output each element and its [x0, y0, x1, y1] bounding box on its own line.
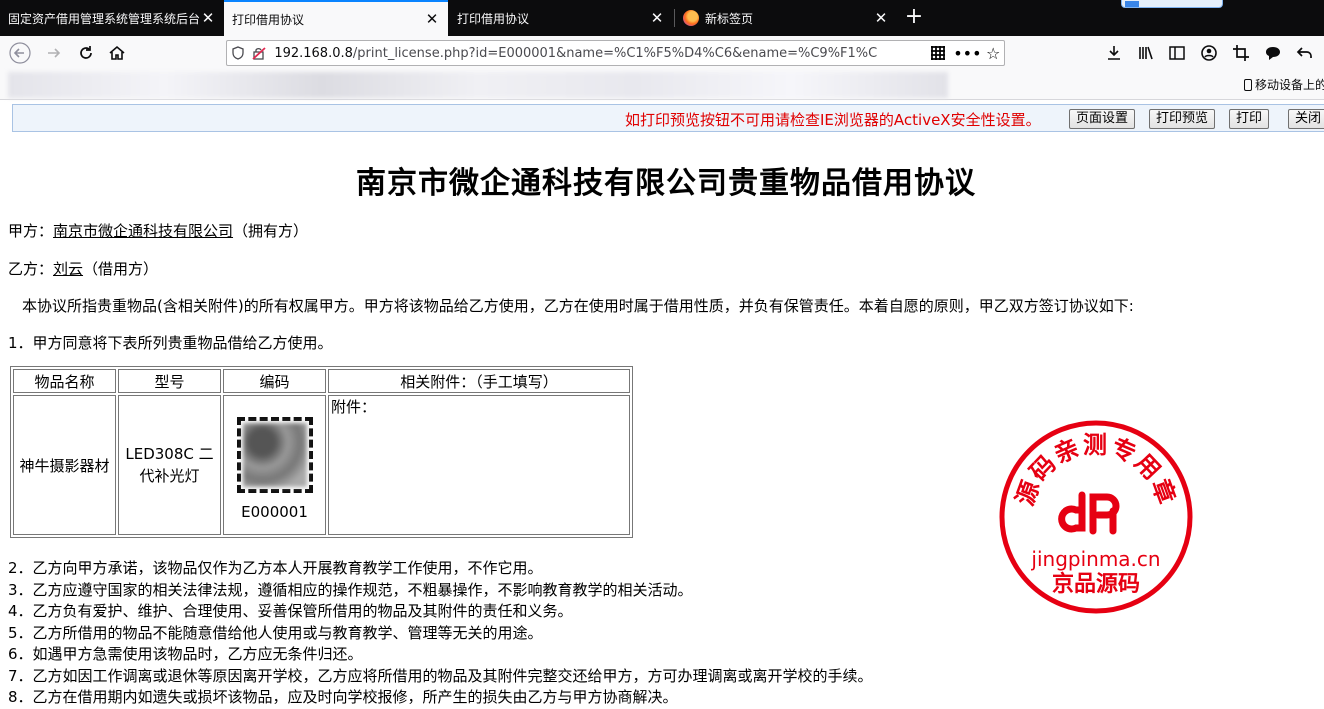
party-b-name: 刘云 — [53, 260, 84, 278]
chat-button[interactable] — [1261, 41, 1285, 65]
party-a-label: 甲方： — [8, 222, 54, 240]
crop-icon — [1233, 45, 1249, 61]
table-header-row: 物品名称 型号 编码 相关附件：（手工填写） — [13, 369, 630, 393]
cell-item-name: 神牛摄影器材 — [13, 395, 116, 535]
qr-code-icon[interactable] — [927, 42, 949, 64]
close-icon[interactable]: ✕ — [424, 10, 440, 28]
seal-site-text: jingpinma.cn — [1030, 547, 1160, 571]
party-a-role: （拥有方） — [233, 222, 309, 240]
download-icon — [1108, 46, 1120, 60]
header-code: 编码 — [223, 369, 326, 393]
intro-paragraph: 本协议所指贵重物品(含相关附件)的所有权属甲方。甲方将该物品给乙方使用，乙方在使… — [22, 297, 1134, 315]
site-info-icon[interactable] — [227, 42, 249, 64]
undo-button[interactable] — [1293, 41, 1317, 65]
reload-button[interactable] — [74, 41, 98, 65]
home-button[interactable] — [105, 41, 129, 65]
clause-item: 5．乙方所借用的物品不能随意借给他人使用或与教育教学、管理等无关的用途。 — [8, 623, 543, 642]
back-button[interactable] — [8, 41, 32, 65]
item-code: E000001 — [241, 503, 308, 521]
header-attachments: 相关附件：（手工填写） — [328, 369, 630, 393]
qr-glyph — [930, 46, 945, 60]
mobile-bookmarks-link[interactable]: 移动设备上的 — [1244, 76, 1324, 93]
clause-item: 2．乙方向甲方承诺，该物品仅作为乙方本人开展教育教学工作使用，不作它用。 — [8, 559, 543, 577]
tab-label: 固定资产借用管理系统管理系统后台 — [8, 11, 200, 26]
tab-print-agreement[interactable]: 打印借用协议 ✕ — [449, 0, 673, 36]
party-a-name: 南京市微企通科技有限公司 — [53, 222, 234, 240]
seal-logo-icon — [1058, 491, 1120, 535]
clause-item: 6．如遇甲方急需使用该物品时，乙方应无条件归还。 — [8, 645, 363, 663]
close-button[interactable]: 关闭 — [1288, 109, 1324, 129]
clause-item: 8．乙方在借用期内如遗失或损坏该物品，应及时向学校报修，所产生的损失由乙方与甲方… — [8, 688, 678, 706]
party-b-line: 乙方：刘云（借用方） — [8, 258, 158, 279]
party-b-role: （借用方） — [83, 260, 159, 278]
bookmarks-toolbar: 移动设备上的 — [0, 70, 1324, 100]
url-bar[interactable]: 192.168.0.8/print_license.php?id=E000001… — [226, 40, 1005, 66]
clause-item: 3．乙方应遵守国家的相关法律法规，遵循相应的操作规范，不粗暴操作，不影响教育教学… — [8, 580, 693, 599]
tab-label: 打印借用协议 — [457, 11, 530, 26]
seal-name-text: 京品源码 — [1052, 571, 1140, 597]
navigation-toolbar: 192.168.0.8/print_license.php?id=E000001… — [0, 36, 1324, 70]
library-button[interactable] — [1134, 41, 1158, 65]
table-row: 神牛摄影器材 LED308C 二代补光灯 E000001 附件： — [13, 395, 630, 535]
account-button[interactable] — [1197, 41, 1221, 65]
cell-attachments: 附件： — [328, 395, 630, 535]
cell-code: E000001 — [223, 395, 326, 535]
new-tab-button[interactable]: + — [900, 4, 928, 32]
bookmark-star-icon[interactable]: ☆ — [982, 42, 1004, 64]
back-arrow-icon — [9, 42, 31, 64]
activex-notice: 如打印预览按钮不可用请检查IE浏览器的ActiveX安全性设置。 — [625, 111, 1041, 129]
shield-icon — [232, 46, 244, 60]
tab-label: 打印借用协议 — [232, 12, 305, 27]
library-icon — [1139, 46, 1153, 60]
reload-icon — [80, 46, 92, 59]
close-icon[interactable]: ✕ — [200, 9, 216, 27]
url-path: /print_license.php?id=E000001&name=%C1%F… — [352, 45, 878, 61]
clause-item: 4．乙方负有爱护、维护、合理使用、妥善保管所借用的物品及其附件的责任和义务。 — [8, 602, 573, 620]
clause-1: 1．甲方同意将下表所列贵重物品借给乙方使用。 — [8, 334, 333, 352]
chat-bubble-icon — [1266, 47, 1280, 60]
party-b-label: 乙方： — [8, 260, 54, 278]
blurred-bookmarks — [8, 72, 948, 98]
url-host: 192.168.0.8 — [274, 45, 353, 61]
header-model: 型号 — [118, 369, 221, 393]
clause-item: 7．乙方如因工作调离或退休等原因离开学校，乙方应将所借用的物品及其附件完整交还给… — [8, 666, 873, 685]
screenshot-button[interactable] — [1229, 41, 1253, 65]
account-icon — [1201, 45, 1217, 61]
lock-struck-icon — [252, 47, 267, 60]
cell-model: LED308C 二代补光灯 — [118, 395, 221, 535]
sidebar-button[interactable] — [1165, 41, 1189, 65]
mobile-bookmarks-label: 移动设备上的 — [1255, 78, 1324, 92]
clauses-list: 2．乙方向甲方承诺，该物品仅作为乙方本人开展教育教学工作使用，不作它用。 3．乙… — [8, 558, 873, 709]
sidebar-icon — [1169, 46, 1185, 60]
tab-print-agreement-active[interactable]: 打印借用协议 ✕ — [224, 0, 448, 36]
qr-code-image — [236, 417, 313, 493]
company-seal: 源码亲测专用章 jingpinma.cn 京品源码 — [999, 420, 1193, 614]
insecure-lock-icon[interactable] — [249, 42, 271, 64]
forward-button[interactable] — [42, 41, 66, 65]
tab-strip: 固定资产借用管理系统管理系统后台 ✕ 打印借用协议 ✕ 打印借用协议 ✕ 新标签… — [0, 0, 1324, 36]
forward-arrow-icon — [48, 48, 61, 58]
print-toolbar: 如打印预览按钮不可用请检查IE浏览器的ActiveX安全性设置。 页面设置 打印… — [12, 104, 1324, 132]
tab-label: 新标签页 — [705, 11, 754, 26]
close-icon[interactable]: ✕ — [873, 9, 889, 27]
print-button[interactable]: 打印 — [1229, 109, 1270, 129]
header-item-name: 物品名称 — [13, 369, 116, 393]
tab-new-tab[interactable]: 新标签页 ✕ — [675, 0, 897, 36]
home-icon — [109, 45, 125, 60]
print-preview-button[interactable]: 打印预览 — [1149, 109, 1216, 129]
downloads-button[interactable] — [1102, 41, 1126, 65]
asset-table: 物品名称 型号 编码 相关附件：（手工填写） 神牛摄影器材 LED308C 二代… — [10, 366, 633, 538]
close-icon[interactable]: ✕ — [649, 9, 665, 27]
extension-badge[interactable] — [1121, 0, 1223, 8]
phone-icon — [1244, 78, 1252, 91]
url-text[interactable]: 192.168.0.8/print_license.php?id=E000001… — [274, 46, 884, 61]
page-actions-icon[interactable]: ••• — [953, 42, 981, 64]
undo-arrow-icon — [1296, 47, 1312, 58]
page-setup-button[interactable]: 页面设置 — [1069, 109, 1136, 129]
page-title: 南京市微企通科技有限公司贵重物品借用协议 — [356, 166, 976, 201]
party-a-line: 甲方：南京市微企通科技有限公司（拥有方） — [8, 220, 308, 241]
firefox-logo-icon — [683, 10, 699, 26]
tab-asset-admin[interactable]: 固定资产借用管理系统管理系统后台 ✕ — [0, 0, 224, 36]
